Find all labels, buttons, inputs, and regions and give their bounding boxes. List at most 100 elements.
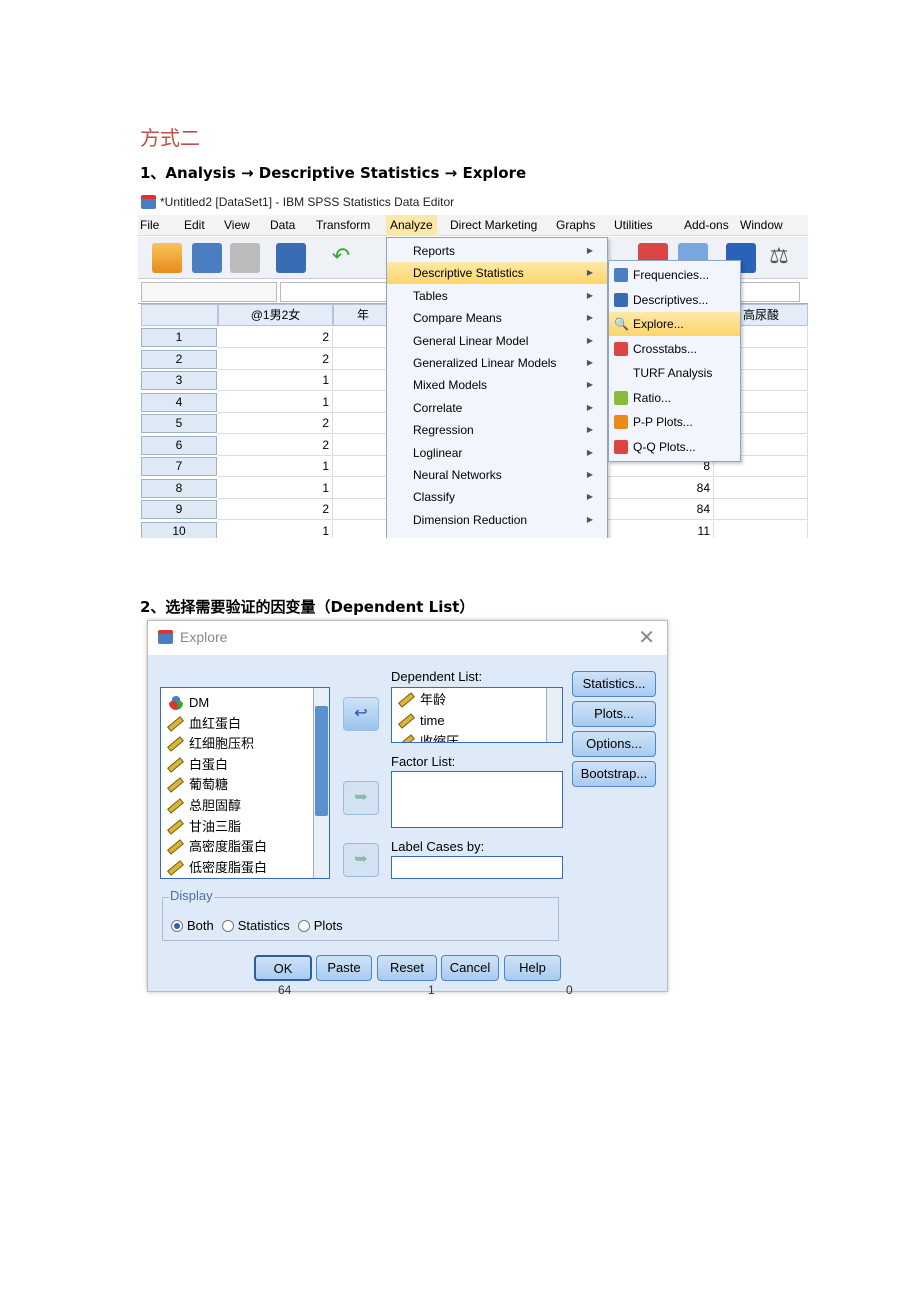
factor-list[interactable]: [391, 771, 563, 828]
data-cell[interactable]: [333, 327, 393, 348]
menu-edit[interactable]: Edit: [184, 218, 205, 232]
menu-item-tables[interactable]: Tables ▶: [387, 285, 607, 307]
menu-graphs[interactable]: Graphs: [556, 218, 595, 232]
row-number[interactable]: 4: [141, 392, 217, 412]
menu-item-general-linear-model[interactable]: General Linear Model ▶: [387, 330, 607, 352]
radio-plots[interactable]: Plots: [297, 918, 343, 933]
data-cell[interactable]: 2: [218, 327, 333, 348]
submenu-item-frequencies[interactable]: Frequencies...: [609, 263, 740, 287]
ok-button[interactable]: OK: [254, 955, 312, 981]
move-to-dependent-button[interactable]: ↩: [343, 697, 379, 731]
variable-item-nominal[interactable]: DM: [167, 692, 209, 713]
dependent-variable-item[interactable]: 年龄: [398, 689, 446, 710]
menu-item-mixed-models[interactable]: Mixed Models ▶: [387, 374, 607, 396]
variable-item[interactable]: 高密度脂蛋白: [167, 836, 267, 857]
data-cell[interactable]: [333, 370, 393, 391]
menu-file[interactable]: File: [140, 218, 159, 232]
bootstrap-button[interactable]: Bootstrap...: [572, 761, 656, 787]
variable-item[interactable]: 葡萄糖: [167, 774, 228, 795]
dialog-recall-icon[interactable]: [276, 243, 306, 273]
radio-button-icon[interactable]: [221, 920, 234, 932]
statistics-button[interactable]: Statistics...: [572, 671, 656, 697]
submenu-item-q-q-plots[interactable]: Q-Q Plots...: [609, 435, 740, 459]
menu-item-regression[interactable]: Regression ▶: [387, 419, 607, 441]
data-cell[interactable]: 1: [218, 370, 333, 391]
row-number[interactable]: 7: [141, 457, 217, 476]
data-cell[interactable]: [333, 413, 393, 434]
data-cell[interactable]: [333, 391, 393, 413]
variable-item[interactable]: 总胆固醇: [167, 795, 241, 816]
options-button[interactable]: Options...: [572, 731, 656, 757]
paste-button[interactable]: Paste: [316, 955, 372, 981]
menu-analyze[interactable]: Analyze: [386, 215, 437, 236]
source-variable-list[interactable]: DM 血红蛋白 红细胞压积 白蛋白 葡萄糖 总胆固醇 甘油三脂 高密度脂蛋白 低密度脂蛋白: [160, 687, 330, 879]
menu-utilities[interactable]: Utilities: [614, 218, 653, 232]
variable-item[interactable]: 甘油三脂: [167, 816, 241, 837]
data-cell[interactable]: [333, 456, 393, 477]
undo-icon[interactable]: ↶: [326, 243, 356, 273]
move-to-label-button[interactable]: ➥: [343, 843, 379, 877]
data-cell[interactable]: 2: [218, 348, 333, 370]
move-to-factor-button[interactable]: ➥: [343, 781, 379, 815]
data-cell[interactable]: [333, 348, 393, 370]
radio-both[interactable]: Both: [171, 918, 214, 933]
close-icon[interactable]: ✕: [638, 625, 655, 650]
submenu-item-explore[interactable]: 🔍 Explore...: [609, 312, 740, 336]
data-cell[interactable]: [333, 520, 393, 538]
data-cell[interactable]: 1: [218, 391, 333, 413]
data-cell[interactable]: [714, 499, 808, 520]
radio-button-icon[interactable]: [171, 920, 183, 932]
weight-cases-icon[interactable]: ⚖: [764, 243, 794, 273]
row-number[interactable]: 2: [141, 349, 217, 369]
row-number[interactable]: 5: [141, 414, 217, 433]
data-cell[interactable]: 1: [218, 456, 333, 477]
menu-item-generalized-linear-models[interactable]: Generalized Linear Models ▶: [387, 352, 607, 374]
submenu-item-turf-analysis[interactable]: TURF Analysis: [609, 361, 740, 385]
variable-item[interactable]: 血红蛋白: [167, 713, 241, 734]
column-header[interactable]: @1男2女: [218, 304, 333, 326]
menu-item-descriptive-statistics[interactable]: Descriptive Statistics ▶: [387, 262, 607, 285]
column-header[interactable]: 年: [333, 304, 393, 326]
scrollbar-thumb[interactable]: [315, 706, 328, 816]
menu-view[interactable]: View: [224, 218, 250, 232]
data-cell[interactable]: 2: [218, 434, 333, 456]
dependent-list-scrollbar[interactable]: [546, 688, 562, 742]
plots-button[interactable]: Plots...: [572, 701, 656, 727]
menu-transform[interactable]: Transform: [316, 218, 370, 232]
dependent-variable-item[interactable]: 收缩压: [398, 731, 459, 742]
submenu-item-descriptives[interactable]: Descriptives...: [609, 288, 740, 312]
label-cases-field[interactable]: [391, 856, 563, 879]
data-cell[interactable]: 1: [218, 520, 333, 538]
row-number[interactable]: 10: [141, 521, 217, 538]
row-number[interactable]: 8: [141, 478, 217, 498]
variable-item[interactable]: 白蛋白: [167, 754, 228, 775]
help-button[interactable]: Help: [504, 955, 561, 981]
print-icon[interactable]: [230, 243, 260, 273]
row-number[interactable]: 3: [141, 371, 217, 390]
data-cell[interactable]: 2: [218, 413, 333, 434]
menu-item-neural-networks[interactable]: Neural Networks ▶: [387, 464, 607, 486]
radio-button-icon[interactable]: [297, 920, 310, 932]
submenu-item-ratio[interactable]: Ratio...: [609, 386, 740, 410]
variable-item[interactable]: 低密度脂蛋白: [167, 857, 267, 878]
open-folder-icon[interactable]: [152, 243, 182, 273]
dependent-variable-item[interactable]: time: [398, 710, 445, 731]
data-cell[interactable]: 84: [608, 477, 714, 499]
data-cell[interactable]: [714, 520, 808, 538]
menu-item-correlate[interactable]: Correlate ▶: [387, 397, 607, 419]
dependent-list[interactable]: 年龄 time 收缩压: [391, 687, 563, 743]
data-cell[interactable]: 2: [218, 499, 333, 520]
submenu-item-p-p-plots[interactable]: P-P Plots...: [609, 410, 740, 434]
menu-window[interactable]: Window: [740, 218, 783, 232]
data-cell[interactable]: 11: [608, 520, 714, 538]
menu-item-reports[interactable]: Reports ▶: [387, 240, 607, 262]
variable-item[interactable]: 红细胞压积: [167, 733, 254, 754]
menu-item-dimension-reduction[interactable]: Dimension Reduction ▶: [387, 509, 607, 531]
cancel-button[interactable]: Cancel: [441, 955, 499, 981]
data-cell[interactable]: [333, 477, 393, 499]
data-cell[interactable]: [333, 434, 393, 456]
menu-add-ons[interactable]: Add-ons: [684, 218, 729, 232]
data-cell[interactable]: 84: [608, 499, 714, 520]
reset-button[interactable]: Reset: [377, 955, 437, 981]
cell-reference-field[interactable]: [141, 282, 277, 302]
